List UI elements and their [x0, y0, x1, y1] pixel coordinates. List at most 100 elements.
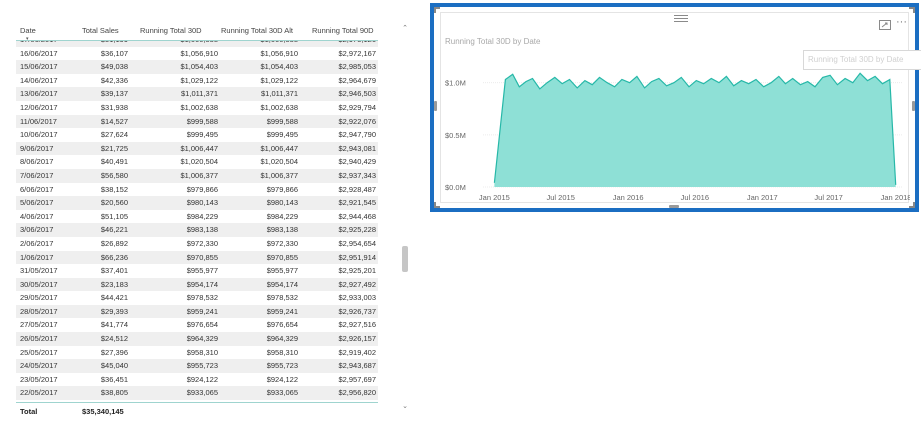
cell-running-total-30d: $959,241: [186, 306, 218, 316]
table-row[interactable]: 24/05/2017 $45,040 $955,723 $955,723 $2,943,…: [16, 359, 378, 373]
table-row[interactable]: 12/06/2017 $31,938 $1,002,638 $1,002,638 $2,…: [16, 101, 378, 115]
cell-total-sales: $44,421: [100, 293, 128, 303]
table-row[interactable]: 8/06/2017 $40,491 $1,020,504 $1,020,504 $2,9…: [16, 155, 378, 169]
table-row[interactable]: 30/05/2017 $23,183 $954,174 $954,174 $2,927,…: [16, 277, 378, 292]
cell-running-total-30d: $970,855: [186, 252, 218, 262]
y-tick-label: $1.0M: [445, 79, 466, 88]
cell-running-total-30d-alt: $980,143: [266, 198, 298, 208]
cell-running-total-90d: $2,954,654: [338, 238, 376, 248]
area-chart-visual[interactable]: ··· Running Total 30D by Date Running To…: [430, 3, 921, 212]
cell-running-total-90d: $2,943,081: [338, 143, 376, 153]
table-body[interactable]: 17/06/2017 $51,199 $1,060,538 $1,060,538 $2,…: [16, 41, 378, 402]
cell-date: 17/06/2017: [20, 41, 58, 44]
cell-running-total-30d-alt: $978,532: [266, 293, 298, 303]
table-row[interactable]: 9/06/2017 $21,725 $1,006,447 $1,006,447 $2,9…: [16, 141, 378, 156]
table-visual[interactable]: Date Total Sales Running Total 30D Runni…: [8, 18, 412, 420]
x-tick-label: Jan 2016: [613, 193, 644, 202]
more-options-icon[interactable]: ···: [896, 17, 907, 28]
cell-running-total-90d: $2,964,679: [338, 75, 376, 85]
cell-total-sales: $42,336: [100, 75, 128, 85]
table-row-partial[interactable]: 22/05/2017 $38,805 $933,065 $933,065 $2,956,…: [16, 386, 378, 401]
cell-running-total-90d: $2,956,820: [338, 388, 376, 398]
table-row[interactable]: 14/06/2017 $42,336 $1,029,122 $1,029,122 $2,…: [16, 74, 378, 88]
table-row[interactable]: 29/05/2017 $44,421 $978,532 $978,532 $2,933,…: [16, 291, 378, 305]
table-row[interactable]: 4/06/2017 $51,105 $984,229 $984,229 $2,944,4…: [16, 210, 378, 224]
table-row[interactable]: 26/05/2017 $24,512 $964,329 $964,329 $2,926,…: [16, 332, 378, 346]
x-tick-label: Jan 2015: [479, 193, 510, 202]
cell-running-total-30d: $972,330: [186, 238, 218, 248]
table-row[interactable]: 23/05/2017 $36,451 $924,122 $924,122 $2,957,…: [16, 373, 378, 387]
column-header-running-total-30d-alt[interactable]: Running Total 30D Alt: [221, 26, 293, 35]
cell-date: 11/06/2017: [20, 116, 57, 126]
resize-corner-top-right[interactable]: [909, 7, 915, 13]
cell-running-total-30d: $984,229: [186, 211, 218, 221]
resize-handle-right[interactable]: [912, 101, 915, 111]
resize-corner-top-left[interactable]: [434, 7, 440, 13]
cell-total-sales: $39,137: [100, 89, 128, 99]
cell-running-total-30d-alt: $972,330: [266, 238, 298, 248]
table-row[interactable]: 5/06/2017 $20,560 $980,143 $980,143 $2,921,5…: [16, 196, 378, 210]
cell-date: 6/06/2017: [20, 184, 54, 194]
cell-date: 4/06/2017: [20, 211, 54, 221]
table-row[interactable]: 1/06/2017 $66,236 $970,855 $970,855 $2,951,9…: [16, 250, 378, 265]
column-header-running-total-30d[interactable]: Running Total 30D: [140, 26, 202, 35]
table-row[interactable]: 7/06/2017 $56,580 $1,006,377 $1,006,377 $2,9…: [16, 168, 378, 183]
table-row[interactable]: 15/06/2017 $49,038 $1,054,403 $1,054,403 $2,…: [16, 60, 378, 74]
chevron-up-icon[interactable]: ⌃: [400, 24, 410, 34]
cell-running-total-30d: $1,006,377: [180, 170, 218, 180]
column-header-date[interactable]: Date: [20, 26, 36, 35]
resize-handle-left[interactable]: [434, 101, 437, 111]
resize-corner-bottom-left[interactable]: [434, 202, 440, 208]
cell-running-total-30d-alt: $984,229: [266, 211, 298, 221]
focus-mode-icon[interactable]: [879, 20, 891, 30]
resize-handle-bottom[interactable]: [669, 205, 679, 208]
cell-running-total-30d-alt: $959,241: [266, 306, 298, 316]
cell-running-total-30d: $980,143: [186, 198, 218, 208]
cell-total-sales: $51,199: [101, 41, 128, 44]
cell-total-sales: $36,451: [100, 374, 128, 384]
cell-running-total-30d: $979,866: [186, 184, 218, 194]
table-row[interactable]: 25/05/2017 $27,396 $958,310 $958,310 $2,919,…: [16, 346, 378, 360]
cell-running-total-30d: $954,174: [186, 279, 218, 289]
cell-total-sales: $27,396: [100, 347, 128, 357]
total-value: $35,340,145: [82, 407, 124, 416]
table-row[interactable]: 28/05/2017 $29,393 $959,241 $959,241 $2,926,…: [16, 304, 378, 319]
table-row[interactable]: 3/06/2017 $46,221 $983,138 $983,138 $2,925,2…: [16, 223, 378, 237]
cell-total-sales: $51,105: [100, 211, 128, 221]
scroll-thumb[interactable]: [402, 246, 408, 272]
cell-running-total-30d-alt: $1,006,447: [260, 143, 298, 153]
x-tick-label: Jan 2018: [881, 193, 910, 202]
resize-corner-bottom-right[interactable]: [909, 202, 915, 208]
cell-running-total-90d: $2,925,201: [338, 266, 376, 276]
table-row[interactable]: 6/06/2017 $38,152 $979,866 $979,866 $2,928,4…: [16, 183, 378, 197]
cell-running-total-90d: $2,951,914: [338, 252, 376, 262]
plot-area[interactable]: $0.0M $0.5M $1.0M Jan 2015 Jul 2015 Jan 2016 J…: [441, 63, 910, 204]
chevron-down-icon[interactable]: ⌄: [400, 402, 410, 412]
cell-running-total-90d: $2,922,076: [338, 116, 376, 126]
cell-date: 30/05/2017: [20, 279, 58, 289]
table-row[interactable]: 11/06/2017 $14,527 $999,588 $999,588 $2,922,…: [16, 114, 378, 129]
table-row[interactable]: 13/06/2017 $39,137 $1,011,371 $1,011,371 $2,…: [16, 87, 378, 101]
table-scrollbar[interactable]: ⌃ ⌄: [400, 24, 410, 412]
cell-running-total-30d: $1,002,638: [180, 102, 218, 112]
column-header-running-total-90d[interactable]: Running Total 90D: [312, 26, 374, 35]
cell-running-total-30d: $983,138: [186, 225, 218, 235]
cell-total-sales: $41,774: [100, 320, 128, 330]
area-fill: [494, 73, 896, 187]
cell-total-sales: $31,938: [100, 102, 128, 112]
table-row[interactable]: 2/06/2017 $26,892 $972,330 $972,330 $2,954,6…: [16, 237, 378, 251]
cell-total-sales: $38,152: [100, 184, 128, 194]
drag-handle-icon[interactable]: [674, 15, 688, 23]
cell-running-total-30d: $1,029,122: [180, 75, 218, 85]
cell-date: 16/06/2017: [20, 48, 58, 58]
table-row[interactable]: 10/06/2017 $27,624 $999,495 $999,495 $2,947,…: [16, 128, 378, 142]
cell-running-total-30d-alt: $1,029,122: [260, 75, 298, 85]
table-row[interactable]: 31/05/2017 $37,401 $955,977 $955,977 $2,925,…: [16, 264, 378, 278]
cell-total-sales: $29,393: [100, 306, 128, 316]
table-row[interactable]: 27/05/2017 $41,774 $976,654 $976,654 $2,927,…: [16, 318, 378, 332]
table-row[interactable]: 16/06/2017 $36,107 $1,056,910 $1,056,910 $2,…: [16, 47, 378, 61]
cell-running-total-30d: $999,588: [186, 116, 218, 126]
x-tick-label: Jul 2016: [681, 193, 709, 202]
column-header-total-sales[interactable]: Total Sales: [82, 26, 119, 35]
cell-date: 26/05/2017: [20, 334, 58, 344]
